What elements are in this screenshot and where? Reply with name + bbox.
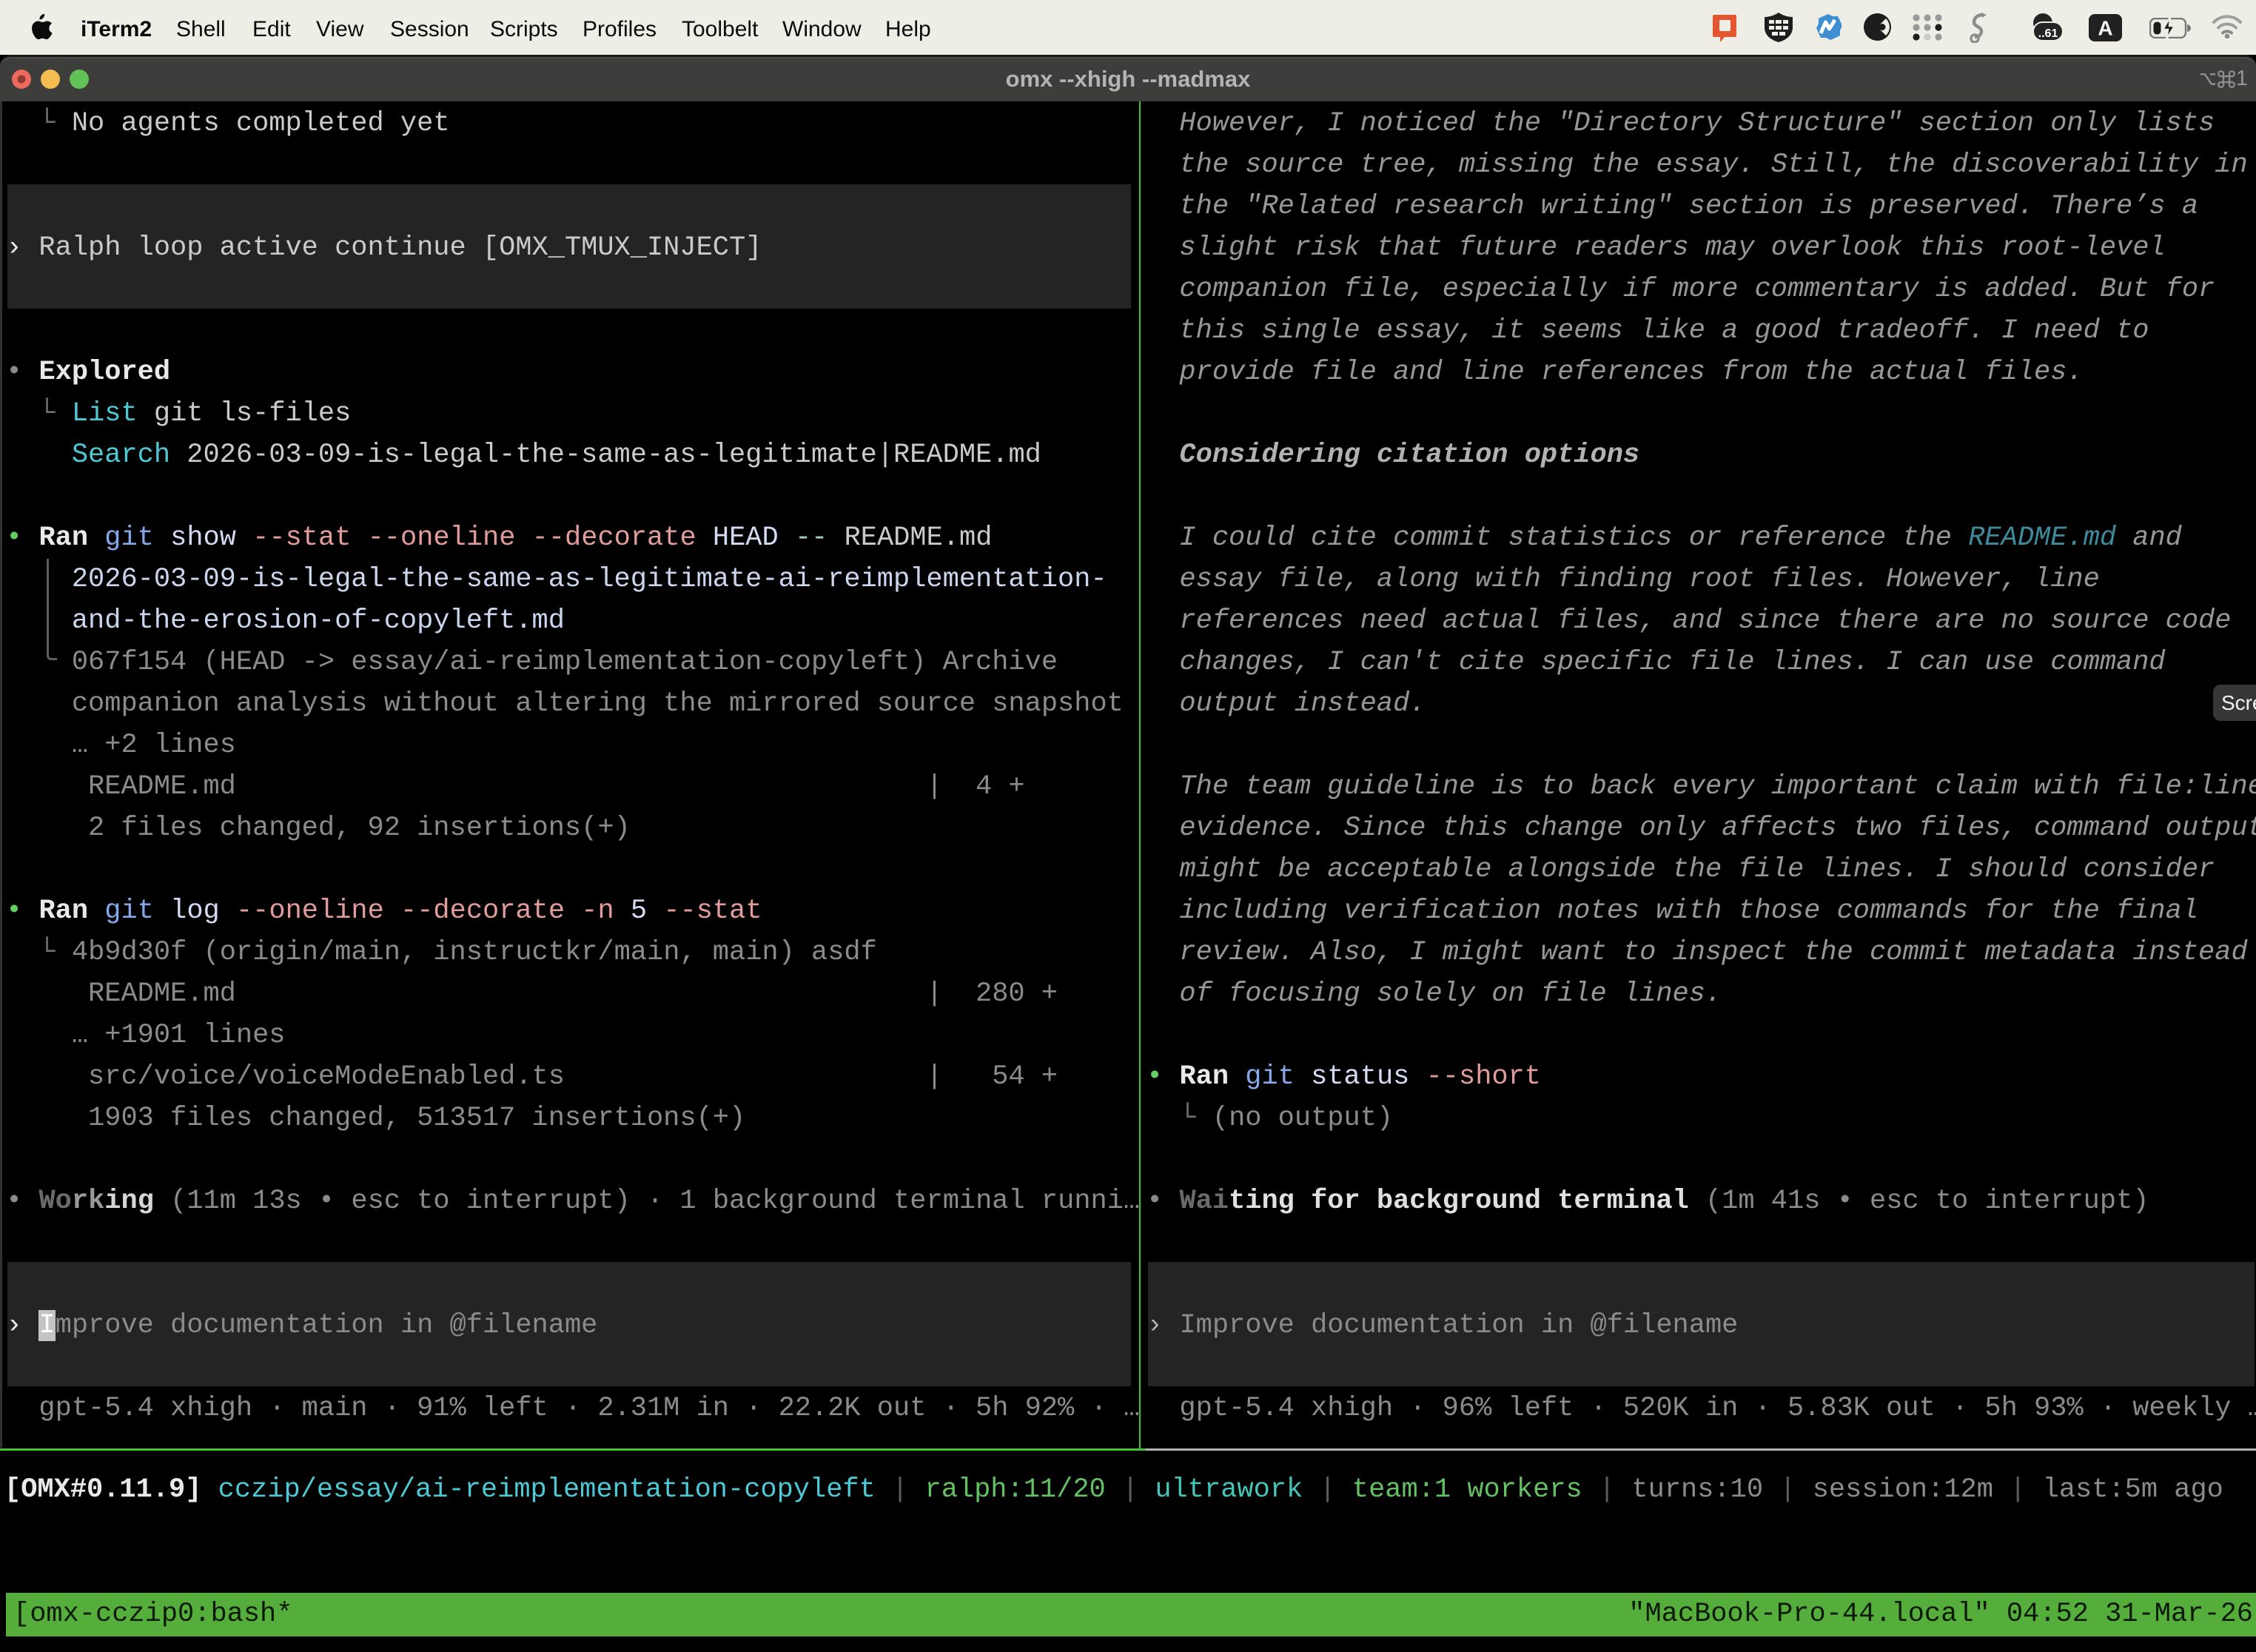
svg-text:A: A <box>2098 17 2112 40</box>
svg-text:..61: ..61 <box>2038 27 2058 40</box>
